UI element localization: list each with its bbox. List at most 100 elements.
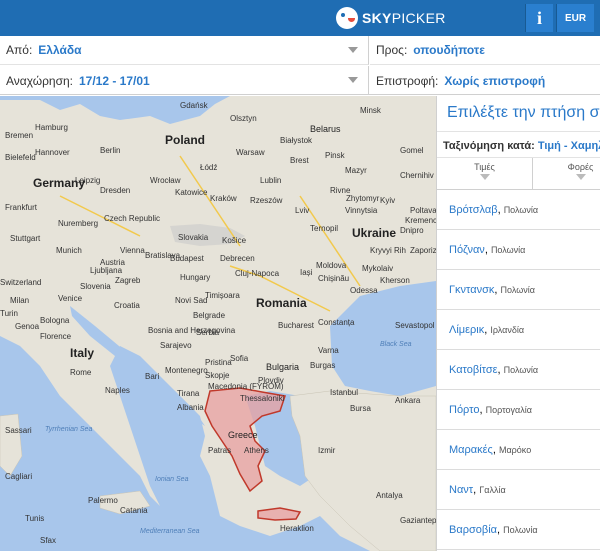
map-label-tyrrhenian-sea: Tyrrhenian Sea <box>45 426 93 433</box>
sort-label: Ταξινόμηση κατά: <box>443 140 535 152</box>
map-label-minsk: Minsk <box>360 106 381 115</box>
map-label-skopje: Skopje <box>205 371 230 380</box>
map-label-lublin: Lublin <box>260 176 282 185</box>
results-tabs: Τιμές Φορές <box>437 158 600 190</box>
map-view[interactable]: Poland Belarus Germany Ukraine Romania I… <box>0 96 436 551</box>
search-form: Από: Ελλάδα Προς: οπουδήποτε Αναχώρηση: … <box>0 36 600 95</box>
result-item[interactable]: Μαρακές, Μαρόκο <box>437 430 600 470</box>
map-label-catania: Catania <box>120 506 148 515</box>
map-label-patras: Patras <box>208 446 232 455</box>
result-city[interactable]: Κατοβίτσε <box>449 364 498 376</box>
map-label-brest: Brest <box>290 156 309 165</box>
departure-value: 17/12 - 17/01 <box>78 73 150 88</box>
map-label-gomel: Gomel <box>400 146 424 155</box>
result-item[interactable]: Πόρτο, Πορτογαλία <box>437 390 600 430</box>
tab-prices-label: Τιμές <box>474 162 495 172</box>
result-city[interactable]: Πόρτο <box>449 404 479 416</box>
sort-control[interactable]: Ταξινόμηση κατά: Τιμή - Χαμηλότερη <box>437 132 600 158</box>
result-item[interactable]: Πόζναν, Πολωνία <box>437 230 600 270</box>
map-label-ljubljana: Ljubljana <box>90 266 123 275</box>
map-label-nuremberg: Nuremberg <box>58 219 99 228</box>
map-label-heraklion: Heraklion <box>280 524 314 533</box>
sort-arrow-icon <box>576 174 586 180</box>
tab-prices[interactable]: Τιμές <box>437 158 533 189</box>
map-label-sofia: Sofia <box>230 354 249 363</box>
brand-name: SKYPICKER <box>362 10 446 26</box>
map-label-kyiv: Kyiv <box>380 196 396 205</box>
map-label-cluj-napoca: Cluj-Napoca <box>235 269 280 278</box>
map-label-hungary: Hungary <box>180 273 211 282</box>
map-label-istanbul: Istanbul <box>330 388 359 397</box>
result-item[interactable]: Βρότσλαβ, Πολωνία <box>437 190 600 230</box>
crete-highlight <box>257 507 302 521</box>
origin-label: Από: <box>6 43 33 57</box>
map-label-katowice: Katowice <box>175 188 208 197</box>
map-label-italy: Italy <box>70 346 95 360</box>
map-label-slovakia: Slovakia <box>178 233 209 242</box>
map-label-genoa: Genoa <box>15 322 40 331</box>
map-label-mykolaiv: Mykolaiv <box>362 264 394 273</box>
sort-value[interactable]: Τιμή - Χαμηλότερη <box>538 140 600 152</box>
map-label-bursa: Bursa <box>350 404 371 413</box>
map-label-antalya: Antalya <box>376 491 403 500</box>
map-label-ankara: Ankara <box>395 396 421 405</box>
mascot-logo-icon <box>336 7 358 29</box>
origin-select[interactable]: Από: Ελλάδα <box>0 36 369 65</box>
map-label-turin: Turin <box>0 309 18 318</box>
info-button[interactable]: i <box>525 4 553 32</box>
map-label-greece: Greece <box>228 430 258 440</box>
map-label-bari: Bari <box>145 372 160 381</box>
map-label-timisoara: Timișoara <box>205 291 240 300</box>
map-label-tirana: Tirana <box>177 389 200 398</box>
result-country: Μαρόκο <box>498 445 532 455</box>
map-label-munich: Munich <box>56 246 82 255</box>
map-label-sevastopol: Sevastopol <box>395 321 435 330</box>
result-item[interactable]: Βαρσοβία, Πολωνία <box>437 510 600 550</box>
result-city[interactable]: Βρότσλαβ <box>449 204 498 216</box>
map-label-budapest: Budapest <box>170 254 204 263</box>
tab-times[interactable]: Φορές <box>533 158 600 189</box>
map-label-czech-republic: Czech Republic <box>104 214 161 223</box>
map-label-cagliari: Cagliari <box>5 472 33 481</box>
map-label-switzerland: Switzerland <box>0 278 42 287</box>
map-label-poltava: Poltava <box>410 206 436 215</box>
map-label-ionian-sea: Ionian Sea <box>155 476 189 483</box>
result-country: Γαλλία <box>479 485 506 495</box>
map-label-florence: Florence <box>40 332 72 341</box>
result-item[interactable]: Λίμερικ, Ιρλανδία <box>437 310 600 350</box>
map-label-mediterranean-sea: Mediterranean Sea <box>140 528 200 535</box>
skypicker-logo[interactable]: SKYPICKER <box>336 6 446 30</box>
result-item[interactable]: Ναντ, Γαλλία <box>437 470 600 510</box>
result-city[interactable]: Πόζναν <box>449 244 485 256</box>
result-item[interactable]: Κατοβίτσε, Πολωνία <box>437 350 600 390</box>
destination-label: Προς: <box>376 43 408 57</box>
return-date-select[interactable]: Επιστροφή: Χωρίς επιστροφή <box>370 66 600 95</box>
result-city[interactable]: Ναντ <box>449 484 473 496</box>
map-label-moldova: Moldova <box>316 261 347 270</box>
map-label-sfax: Sfax <box>40 536 57 545</box>
departure-date-select[interactable]: Αναχώρηση: 17/12 - 17/01 <box>0 66 369 95</box>
map-label-krakow: Kraków <box>210 194 237 203</box>
result-country: Ιρλανδία <box>490 325 525 335</box>
map-label-debrecen: Debrecen <box>220 254 255 263</box>
result-city[interactable]: Βαρσοβία <box>449 524 497 536</box>
map-label-montenegro: Montenegro <box>165 366 208 375</box>
map-label-kherson: Kherson <box>380 276 410 285</box>
currency-selector[interactable]: EUR <box>556 4 594 32</box>
chevron-down-icon <box>348 77 358 83</box>
map-label-poland: Poland <box>165 133 206 147</box>
map-label-hamburg: Hamburg <box>35 123 68 132</box>
result-city[interactable]: Γκντανσκ <box>449 284 494 296</box>
map-label-dnipro: Dnipro <box>400 226 424 235</box>
map-label-pristina: Pristina <box>205 358 232 367</box>
map-label-berlin: Berlin <box>100 146 121 155</box>
destination-value: οπουδήποτε <box>413 43 485 57</box>
result-city[interactable]: Λίμερικ <box>449 324 484 336</box>
result-country: Πολωνία <box>503 205 539 215</box>
map-label-romania: Romania <box>256 296 307 310</box>
result-city[interactable]: Μαρακές <box>449 444 493 456</box>
result-item[interactable]: Γκντανσκ, Πολωνία <box>437 270 600 310</box>
destination-select[interactable]: Προς: οπουδήποτε <box>370 36 600 65</box>
map-label-thessaloniki: Thessaloniki <box>240 394 285 403</box>
map-label-zagreb: Zagreb <box>115 276 141 285</box>
